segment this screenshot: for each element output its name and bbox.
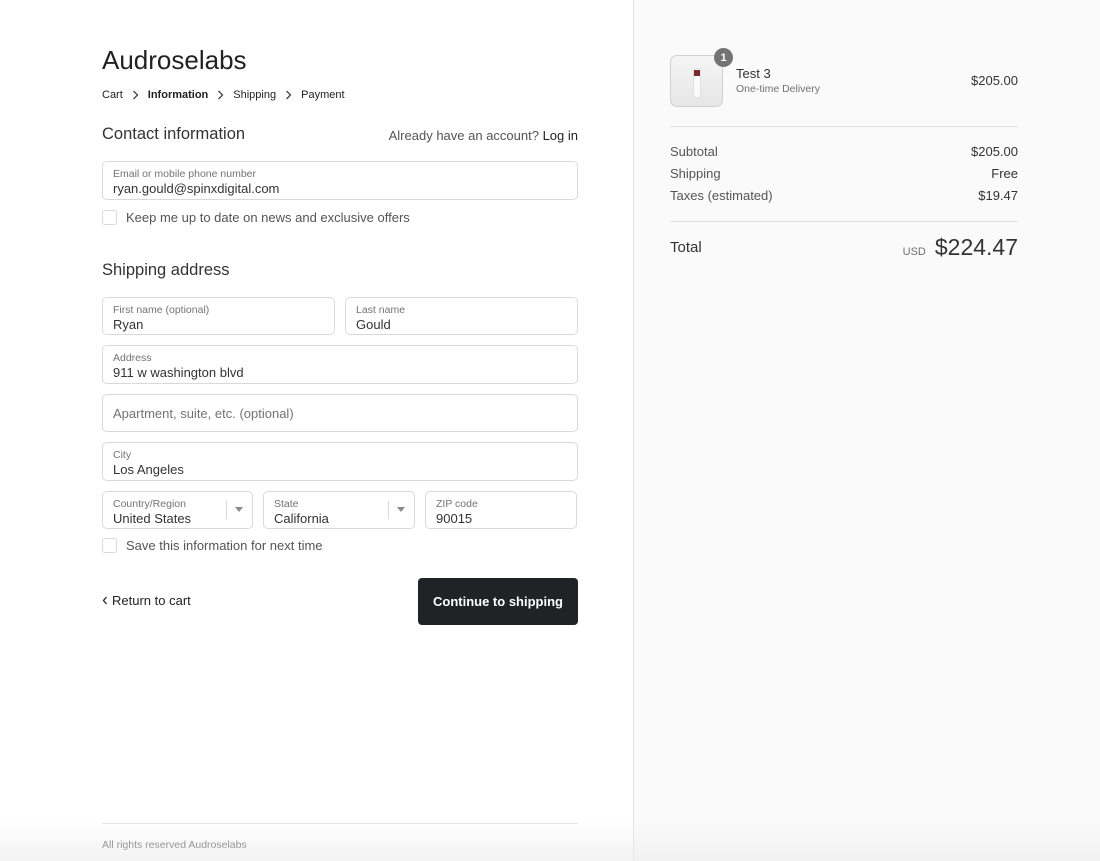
total-row: Total USD $224.47: [670, 234, 1018, 261]
return-to-cart-label: Return to cart: [112, 593, 191, 608]
state-label: State: [274, 498, 299, 510]
return-to-cart-link[interactable]: Return to cart: [102, 593, 191, 608]
breadcrumb-information: Information: [147, 89, 209, 101]
summary-divider: [670, 221, 1018, 222]
chevron-right-icon: [132, 90, 139, 100]
shipping-section-title: Shipping address: [102, 261, 230, 279]
footer-copyright: All rights reserved Audroselabs: [102, 839, 247, 851]
city-label: City: [113, 449, 132, 461]
apartment-field[interactable]: Apartment, suite, etc. (optional): [102, 394, 578, 432]
product-variant: One-time Delivery: [736, 83, 821, 95]
address-value: 911 w washington blvd: [113, 365, 244, 380]
product-name: Test 3: [736, 66, 771, 81]
select-separator: [388, 501, 389, 519]
save-info-label: Save this information for next time: [126, 538, 323, 553]
subtotal-value: $205.00: [971, 144, 1018, 159]
continue-to-shipping-button[interactable]: Continue to shipping: [418, 578, 578, 625]
chevron-right-icon: [217, 90, 224, 100]
breadcrumb-cart[interactable]: Cart: [102, 89, 123, 101]
login-link[interactable]: Log in: [543, 128, 578, 143]
newsletter-label: Keep me up to date on news and exclusive…: [126, 210, 410, 225]
product-bottle-cap: [694, 70, 700, 76]
zip-label: ZIP code: [436, 498, 478, 510]
store-logo[interactable]: Audroselabs: [102, 45, 247, 76]
order-summary: 1 Test 3 One-time Delivery $205.00 Subto…: [633, 0, 1100, 861]
last-name-value: Gould: [356, 317, 391, 332]
caret-down-icon: [235, 507, 243, 512]
taxes-value: $19.47: [978, 188, 1018, 203]
email-value: ryan.gould@spinxdigital.com: [113, 181, 280, 196]
select-separator: [226, 501, 227, 519]
checkout-main: Audroselabs Cart Information Shipping Pa…: [0, 0, 633, 861]
subtotal-label: Subtotal: [670, 144, 718, 159]
city-field[interactable]: City Los Angeles: [102, 442, 578, 481]
country-value: United States: [113, 511, 192, 526]
zip-value: 90015: [436, 511, 473, 526]
last-name-field[interactable]: Last name Gould: [345, 297, 578, 335]
city-value: Los Angeles: [113, 462, 184, 477]
subtotal-row: Subtotal $205.00: [670, 144, 1018, 159]
breadcrumb-payment: Payment: [301, 89, 345, 101]
product-thumbnail: 1: [670, 48, 733, 107]
shipping-value: Free: [991, 166, 1018, 181]
email-field[interactable]: Email or mobile phone number ryan.gould@…: [102, 161, 578, 200]
country-label: Country/Region: [113, 498, 186, 510]
country-select[interactable]: Country/Region United States: [102, 491, 253, 529]
first-name-value: Ryan: [113, 317, 144, 332]
total-amount-group: USD $224.47: [903, 234, 1018, 261]
state-value: California: [274, 511, 329, 526]
chevron-left-icon: [102, 593, 108, 608]
breadcrumb: Cart Information Shipping Payment: [102, 89, 345, 101]
email-label: Email or mobile phone number: [113, 168, 256, 180]
product-price: $205.00: [971, 73, 1018, 88]
summary-divider: [670, 126, 1018, 127]
first-name-label: First name (optional): [113, 304, 210, 316]
save-info-option: Save this information for next time: [102, 538, 323, 553]
newsletter-checkbox[interactable]: [102, 210, 117, 225]
quantity-badge: 1: [714, 48, 733, 67]
account-prompt-text: Already have an account?: [388, 128, 539, 143]
save-info-checkbox[interactable]: [102, 538, 117, 553]
zip-field[interactable]: ZIP code 90015: [425, 491, 577, 529]
address-label: Address: [113, 352, 152, 364]
cart-line-item: 1 Test 3 One-time Delivery $205.00: [670, 48, 1018, 107]
contact-section-title: Contact information: [102, 125, 246, 143]
taxes-label: Taxes (estimated): [670, 188, 773, 203]
last-name-label: Last name: [356, 304, 406, 316]
address-field[interactable]: Address 911 w washington blvd: [102, 345, 578, 384]
first-name-field[interactable]: First name (optional) Ryan: [102, 297, 335, 335]
apartment-placeholder: Apartment, suite, etc. (optional): [113, 406, 294, 421]
footer-divider: [102, 823, 578, 824]
total-value: $224.47: [934, 234, 1018, 260]
state-select[interactable]: State California: [263, 491, 415, 529]
breadcrumb-shipping: Shipping: [233, 89, 277, 101]
caret-down-icon: [397, 507, 405, 512]
total-label: Total: [670, 239, 702, 256]
chevron-right-icon: [285, 90, 292, 100]
newsletter-option: Keep me up to date on news and exclusive…: [102, 210, 410, 225]
shipping-label: Shipping: [670, 166, 721, 181]
shipping-row: Shipping Free: [670, 166, 1018, 181]
login-prompt: Already have an account? Log in: [389, 128, 578, 143]
currency-code: USD: [902, 246, 926, 258]
taxes-row: Taxes (estimated) $19.47: [670, 188, 1018, 203]
